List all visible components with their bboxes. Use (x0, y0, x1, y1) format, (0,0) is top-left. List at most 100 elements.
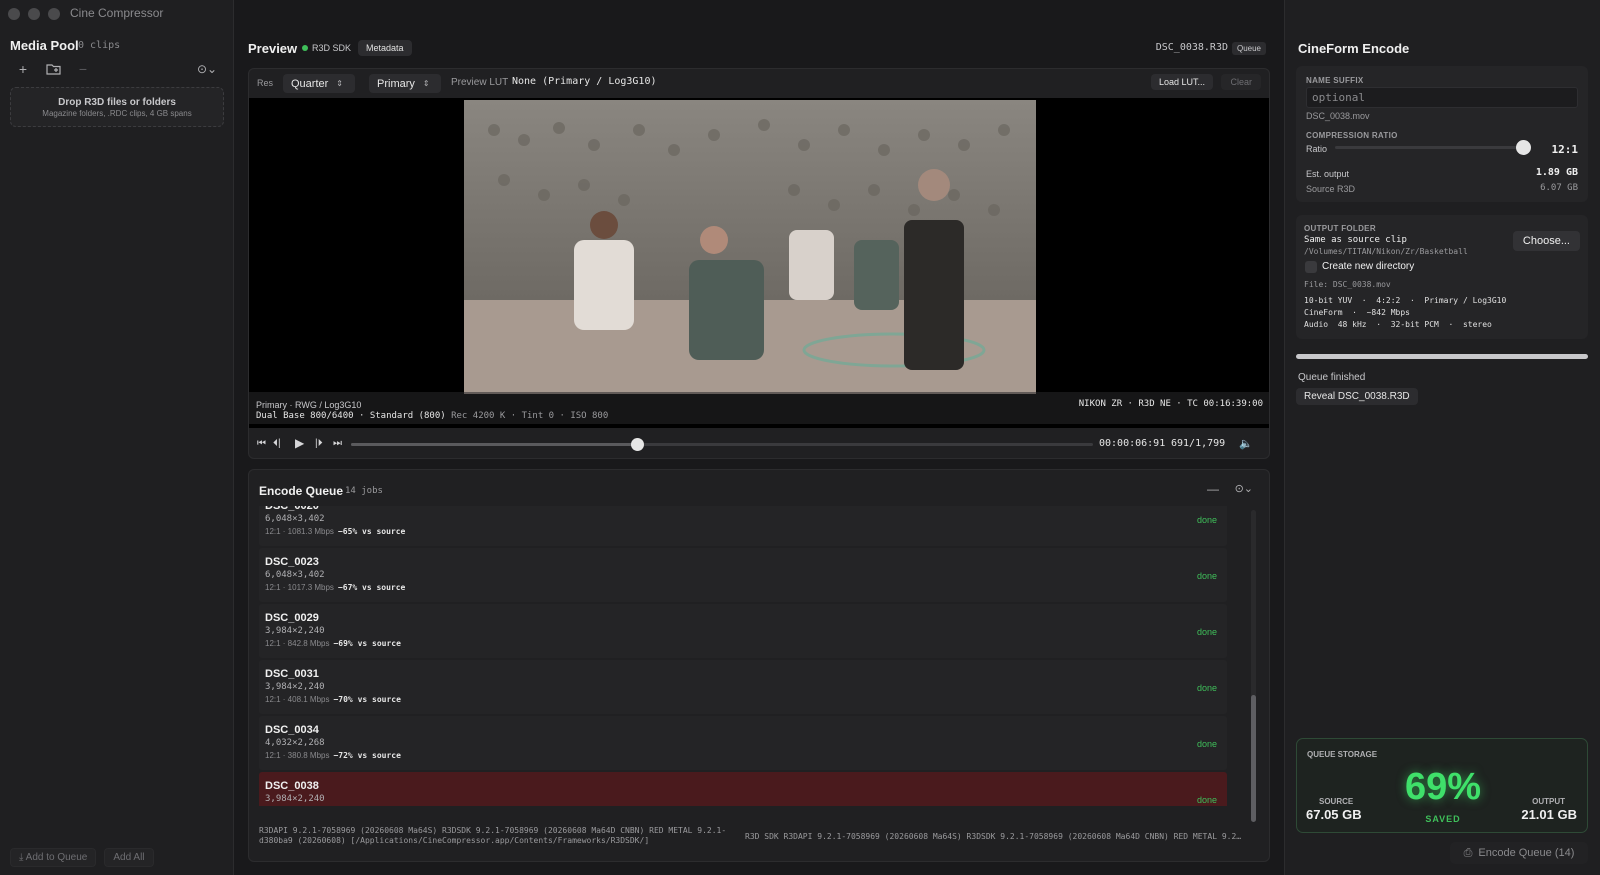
media-pool-sidebar: Cine Compressor Media Pool 0 clips + − ⊙… (0, 0, 234, 875)
more-options-icon[interactable]: ⊙⌄ (197, 62, 217, 76)
basketball-frame-image (464, 100, 1036, 394)
collapse-icon[interactable]: — (1207, 482, 1219, 496)
remove-clip-icon[interactable]: − (74, 61, 92, 77)
encode-queue-panel: Encode Queue 14 jobs — ⊙⌄ DSC_0020 6,048×… (248, 469, 1270, 862)
add-to-queue-button[interactable]: ⤓ Add to Queue (10, 848, 97, 867)
job-savings: −70% vs source (333, 695, 401, 704)
output-size-value: 21.01 GB (1521, 807, 1577, 822)
job-name: DSC_0020 (265, 506, 319, 512)
add-all-button[interactable]: Add All (104, 848, 154, 867)
source-size-value: 67.05 GB (1306, 807, 1362, 822)
overlay-camera-info: NIKON ZR · R3D NE · TC 00:16:39:00 (1078, 399, 1263, 409)
center-pane: Preview R3D SDK Metadata DSC_0038.R3D Qu… (234, 0, 1284, 875)
transport-bar: ⏮ ⏴| ▶ |⏵ ⏭ 00:00:06:91 691/1,799 🔈 (249, 429, 1269, 458)
add-clip-icon[interactable]: + (14, 61, 32, 77)
media-pool-count: 0 clips (78, 40, 121, 51)
drop-zone-title: Drop R3D files or folders (58, 97, 176, 108)
source-r3d-label: Source R3D (1306, 184, 1356, 194)
table-row[interactable]: DSC_00383,984×2,24012:1 · 846.6 Mbps−69%… (259, 772, 1227, 806)
queue-badge[interactable]: Queue (1231, 42, 1266, 55)
job-name: DSC_0034 (265, 724, 319, 736)
queue-storage-title: QUEUE STORAGE (1307, 750, 1378, 759)
window-controls (8, 8, 60, 20)
table-row[interactable]: DSC_0020 6,048×3,402 12:1 · 1081.3 Mbps −65… (259, 506, 1227, 546)
volume-icon[interactable]: 🔈 (1239, 437, 1253, 450)
close-window-button[interactable] (8, 8, 20, 20)
job-bitrate: 12:1 · 380.8 Mbps (265, 751, 330, 760)
job-status: done (1196, 739, 1217, 749)
overlay-rec: Rec (451, 411, 468, 421)
drop-zone-subtitle: Magazine folders, .RDC clips, 4 GB spans (42, 109, 192, 118)
sdk-version-info: R3DAPI 9.2.1-7058969 (20260608 Ma64S) R3… (259, 826, 727, 845)
preview-panel: Res Quarter ⇕ Primary ⇕ Preview LUT None… (248, 68, 1270, 459)
create-directory-checkbox[interactable] (1305, 261, 1317, 273)
choose-folder-button[interactable]: Choose... (1512, 231, 1580, 251)
drop-zone[interactable]: Drop R3D files or folders Magazine folde… (10, 87, 224, 127)
resolution-select[interactable]: Quarter ⇕ (283, 74, 355, 93)
output-filename: DSC_0038.mov (1306, 111, 1370, 121)
add-folder-icon[interactable] (44, 62, 62, 76)
job-rate: 12:1 · 842.8 Mbps −69% vs source (265, 639, 401, 648)
res-label: Res (257, 78, 274, 88)
ratio-label: Ratio (1306, 144, 1328, 154)
reveal-file-button[interactable]: Reveal DSC_0038.R3D (1296, 388, 1418, 405)
est-output-label: Est. output (1306, 169, 1350, 179)
video-viewport[interactable]: Primary · RWG / Log3G10 Dual Base 800/64… (249, 98, 1269, 428)
skip-to-start-icon[interactable]: ⏮ (257, 438, 266, 449)
clear-lut-button[interactable]: Clear (1221, 74, 1261, 90)
sdk-status-dot (302, 45, 308, 51)
scrollbar-thumb[interactable] (1251, 695, 1256, 822)
skip-to-end-icon[interactable]: ⏭ (333, 438, 342, 449)
minimize-window-button[interactable] (28, 8, 40, 20)
job-name: DSC_0023 (265, 556, 319, 568)
job-name: DSC_0029 (265, 612, 319, 624)
step-forward-icon[interactable]: |⏵ (315, 438, 323, 449)
overlay-kelvin: 4200 K (472, 411, 506, 421)
preview-toolbar: Res Quarter ⇕ Primary ⇕ Preview LUT None… (249, 69, 1269, 98)
job-status: done (1196, 571, 1217, 581)
table-row[interactable]: DSC_0023 6,048×3,402 12:1 · 1017.3 Mbps −67… (259, 548, 1227, 602)
load-lut-button[interactable]: Load LUT... (1150, 74, 1213, 90)
queue-status: Queue finished (1298, 372, 1366, 383)
source-r3d-value: 6.07 GB (1540, 183, 1578, 193)
spec-video: 10-bit YUV · 4:2:2 · Primary / Log3G10 (1304, 296, 1507, 305)
name-suffix-label: NAME SUFFIX (1306, 76, 1364, 85)
create-directory-label: Create new directory (1322, 261, 1415, 272)
output-size-label: OUTPUT (1532, 797, 1565, 806)
queue-scrollbar[interactable] (1251, 510, 1256, 822)
queue-more-options-icon[interactable]: ⊙⌄ (1235, 482, 1253, 495)
play-icon[interactable]: ▶ (295, 436, 304, 450)
zoom-window-button[interactable] (48, 8, 60, 20)
job-bitrate: 12:1 · 1017.3 Mbps (265, 583, 334, 592)
table-row[interactable]: DSC_0031 3,984×2,240 12:1 · 408.1 Mbps −70%… (259, 660, 1227, 714)
job-rate: 12:1 · 1017.3 Mbps −67% vs source (265, 583, 405, 592)
output-folder-value: Same as source clip (1304, 235, 1407, 245)
app-window: Cine Compressor Media Pool 0 clips + − ⊙… (0, 0, 1600, 875)
playhead-handle[interactable] (631, 438, 645, 451)
encode-progress-bar (1296, 354, 1588, 359)
timeline-scrubber[interactable] (351, 438, 1093, 451)
job-bitrate: 12:1 · 1081.3 Mbps (265, 527, 334, 536)
preview-lut-label: Preview LUT (451, 77, 509, 88)
ratio-value: 12:1 (1551, 143, 1579, 156)
ratio-slider-handle[interactable] (1516, 140, 1532, 155)
color-space-select[interactable]: Primary ⇕ (369, 74, 441, 93)
overlay-separator: · (510, 411, 522, 421)
job-status: done (1196, 795, 1217, 805)
encode-queue-button[interactable]: ⎙ Encode Queue (14) (1450, 842, 1588, 864)
media-pool-title: Media Pool (10, 38, 79, 53)
metadata-tab[interactable]: Metadata (358, 40, 412, 56)
cineform-encode-title: CineForm Encode (1298, 41, 1410, 56)
step-back-icon[interactable]: ⏴| (273, 438, 281, 449)
file-line: File: DSC_0038.mov (1304, 280, 1391, 289)
table-row[interactable]: DSC_0034 4,032×2,268 12:1 · 380.8 Mbps −72%… (259, 716, 1227, 770)
table-row[interactable]: DSC_0029 3,984×2,240 12:1 · 842.8 Mbps −69%… (259, 604, 1227, 658)
job-rate: 12:1 · 380.8 Mbps −72% vs source (265, 751, 401, 760)
queue-storage-card: QUEUE STORAGE 69% SAVED SOURCE 67.05 GB … (1296, 738, 1588, 833)
name-suffix-input[interactable]: optional (1306, 87, 1578, 108)
overlay-exposure-info: Dual Base 800/6400 · Standard (800) Rec … (256, 411, 608, 421)
sidebar-footer: ⤓ Add to Queue Add All (10, 848, 154, 867)
job-bitrate: 12:1 · 408.1 Mbps (265, 695, 330, 704)
sdk-label: R3D SDK (312, 43, 352, 53)
ratio-slider[interactable] (1335, 140, 1532, 155)
